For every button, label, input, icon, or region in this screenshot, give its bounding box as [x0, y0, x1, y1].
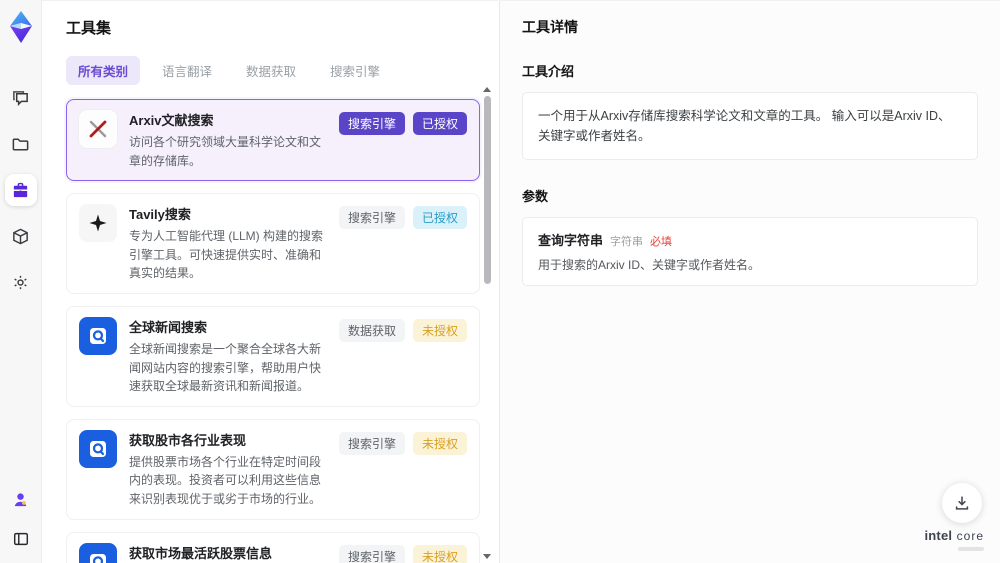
- briefcase-icon: [13, 182, 28, 197]
- sidebar-item-tools[interactable]: [4, 174, 37, 206]
- param-required-flag: 必填: [650, 236, 673, 248]
- tool-desc: 全球新闻搜索是一个聚合全球各大新闻网站内容的搜索引擎，帮助用户快速获取全球最新资…: [129, 341, 322, 394]
- category-tabs: 所有类别 语言翻译 数据获取 搜索引擎: [66, 56, 498, 85]
- avatar-icon: [14, 492, 27, 506]
- intel-core-logo: intel core: [924, 527, 984, 551]
- scroll-up-arrow-icon[interactable]: [483, 87, 491, 92]
- tool-name: 全球新闻搜索: [129, 319, 208, 335]
- tool-desc: 专为人工智能代理 (LLM) 构建的搜索引擎工具。可快速提供实时、准确和真实的结…: [129, 229, 324, 281]
- param-desc: 用于搜索的Arxiv ID、关键字或作者姓名。: [538, 258, 761, 272]
- tool-category-badge: 搜索引擎: [338, 431, 405, 455]
- stock-tool-logo-icon: [79, 542, 117, 563]
- detail-title: 工具详情: [522, 19, 578, 35]
- tool-list: Arxiv文献搜索 访问各个研究领域大量科学论文和文章的存储库。 搜索引擎 已授…: [66, 99, 480, 563]
- tab-search-engine[interactable]: 搜索引擎: [318, 56, 392, 85]
- page-title: 工具集: [66, 20, 112, 37]
- tool-card-global-news[interactable]: 全球新闻搜索 全球新闻搜索是一个聚合全球各大新闻网站内容的搜索引擎，帮助用户快速…: [66, 305, 480, 407]
- tool-auth-badge: 未授权: [412, 544, 467, 563]
- download-button[interactable]: [942, 483, 982, 523]
- user-avatar[interactable]: [5, 483, 37, 515]
- tool-intro-text: 一个用于从Arxiv存储库搜索科学论文和文章的工具。 输入可以是Arxiv ID…: [522, 92, 978, 160]
- tools-panel: 工具集 所有类别 语言翻译 数据获取 搜索引擎 Arxiv文献搜索 访问各个研究…: [42, 0, 498, 563]
- tool-auth-badge: 已授权: [412, 112, 467, 135]
- stock-tool-logo-icon: [79, 429, 117, 468]
- tool-list-scrollbar[interactable]: [482, 87, 492, 561]
- parameter-item: 查询字符串 字符串 必填 用于搜索的Arxiv ID、关键字或作者姓名。: [522, 217, 978, 286]
- tool-card-arxiv[interactable]: Arxiv文献搜索 访问各个研究领域大量科学论文和文章的存储库。 搜索引擎 已授…: [66, 99, 480, 182]
- panel-toggle-icon: [13, 532, 28, 546]
- tool-detail-panel: 工具详情 工具介绍 一个用于从Arxiv存储库搜索科学论文和文章的工具。 输入可…: [499, 0, 1000, 563]
- intro-section-title: 工具介绍: [522, 64, 575, 79]
- news-search-logo-icon: [79, 316, 117, 355]
- app-logo-icon: [9, 11, 32, 43]
- tool-desc: 提供股票市场各个行业在特定时间段内的表现。投资者可以利用这些信息来识别表现优于或…: [129, 454, 322, 506]
- tool-desc: 访问各个研究领域大量科学论文和文章的存储库。: [129, 135, 322, 168]
- download-icon: [955, 496, 969, 510]
- tool-card-most-active-stocks[interactable]: 获取市场最活跃股票信息 提供当天交易量最高的股票列表。投资者可以利用这些信息来识…: [66, 531, 480, 563]
- cube-icon: [13, 228, 28, 244]
- gear-icon: [14, 275, 27, 289]
- chat-icon: [13, 90, 28, 106]
- tool-auth-badge: 未授权: [412, 431, 467, 455]
- tool-category-badge: 搜索引擎: [338, 112, 405, 135]
- tool-category-badge: 搜索引擎: [338, 544, 405, 563]
- collapse-sidebar-button[interactable]: [5, 523, 37, 555]
- arxiv-logo-icon: [79, 110, 117, 148]
- tool-card-tavily[interactable]: Tavily搜索 专为人工智能代理 (LLM) 构建的搜索引擎工具。可快速提供实…: [66, 193, 480, 294]
- tool-auth-badge: 未授权: [412, 318, 467, 342]
- scrollbar-thumb[interactable]: [483, 96, 491, 284]
- intel-wordmark: intel: [924, 528, 953, 543]
- tool-card-sector-performance[interactable]: 获取股市各行业表现 提供股票市场各个行业在特定时间段内的表现。投资者可以利用这些…: [66, 418, 480, 520]
- tool-auth-badge: 已授权: [412, 206, 467, 230]
- tool-name: Arxiv文献搜索: [129, 113, 214, 128]
- sidebar-item-chat[interactable]: [5, 82, 37, 114]
- tool-category-badge: 搜索引擎: [338, 206, 405, 230]
- sidebar-item-files[interactable]: [5, 128, 37, 160]
- tool-name: 获取市场最活跃股票信息: [129, 545, 273, 561]
- tavily-star-icon: [79, 204, 117, 243]
- tab-translation[interactable]: 语言翻译: [150, 56, 224, 85]
- sidebar-item-settings[interactable]: [5, 266, 37, 298]
- sidebar-item-models[interactable]: [5, 220, 37, 252]
- left-icon-rail: [0, 0, 42, 563]
- tool-name: 获取股市各行业表现: [129, 432, 247, 448]
- tool-name: Tavily搜索: [129, 207, 191, 223]
- tab-data-fetch[interactable]: 数据获取: [234, 56, 308, 85]
- scroll-down-arrow-icon[interactable]: [483, 554, 491, 559]
- tab-all-categories[interactable]: 所有类别: [66, 56, 141, 85]
- tool-category-badge: 数据获取: [338, 318, 405, 342]
- folder-icon: [12, 138, 29, 150]
- param-name: 查询字符串: [538, 233, 604, 248]
- params-section-title: 参数: [522, 189, 549, 204]
- param-type: 字符串: [610, 236, 644, 248]
- core-wordmark: core: [956, 529, 984, 543]
- brand-subtext-bar: [958, 547, 984, 551]
